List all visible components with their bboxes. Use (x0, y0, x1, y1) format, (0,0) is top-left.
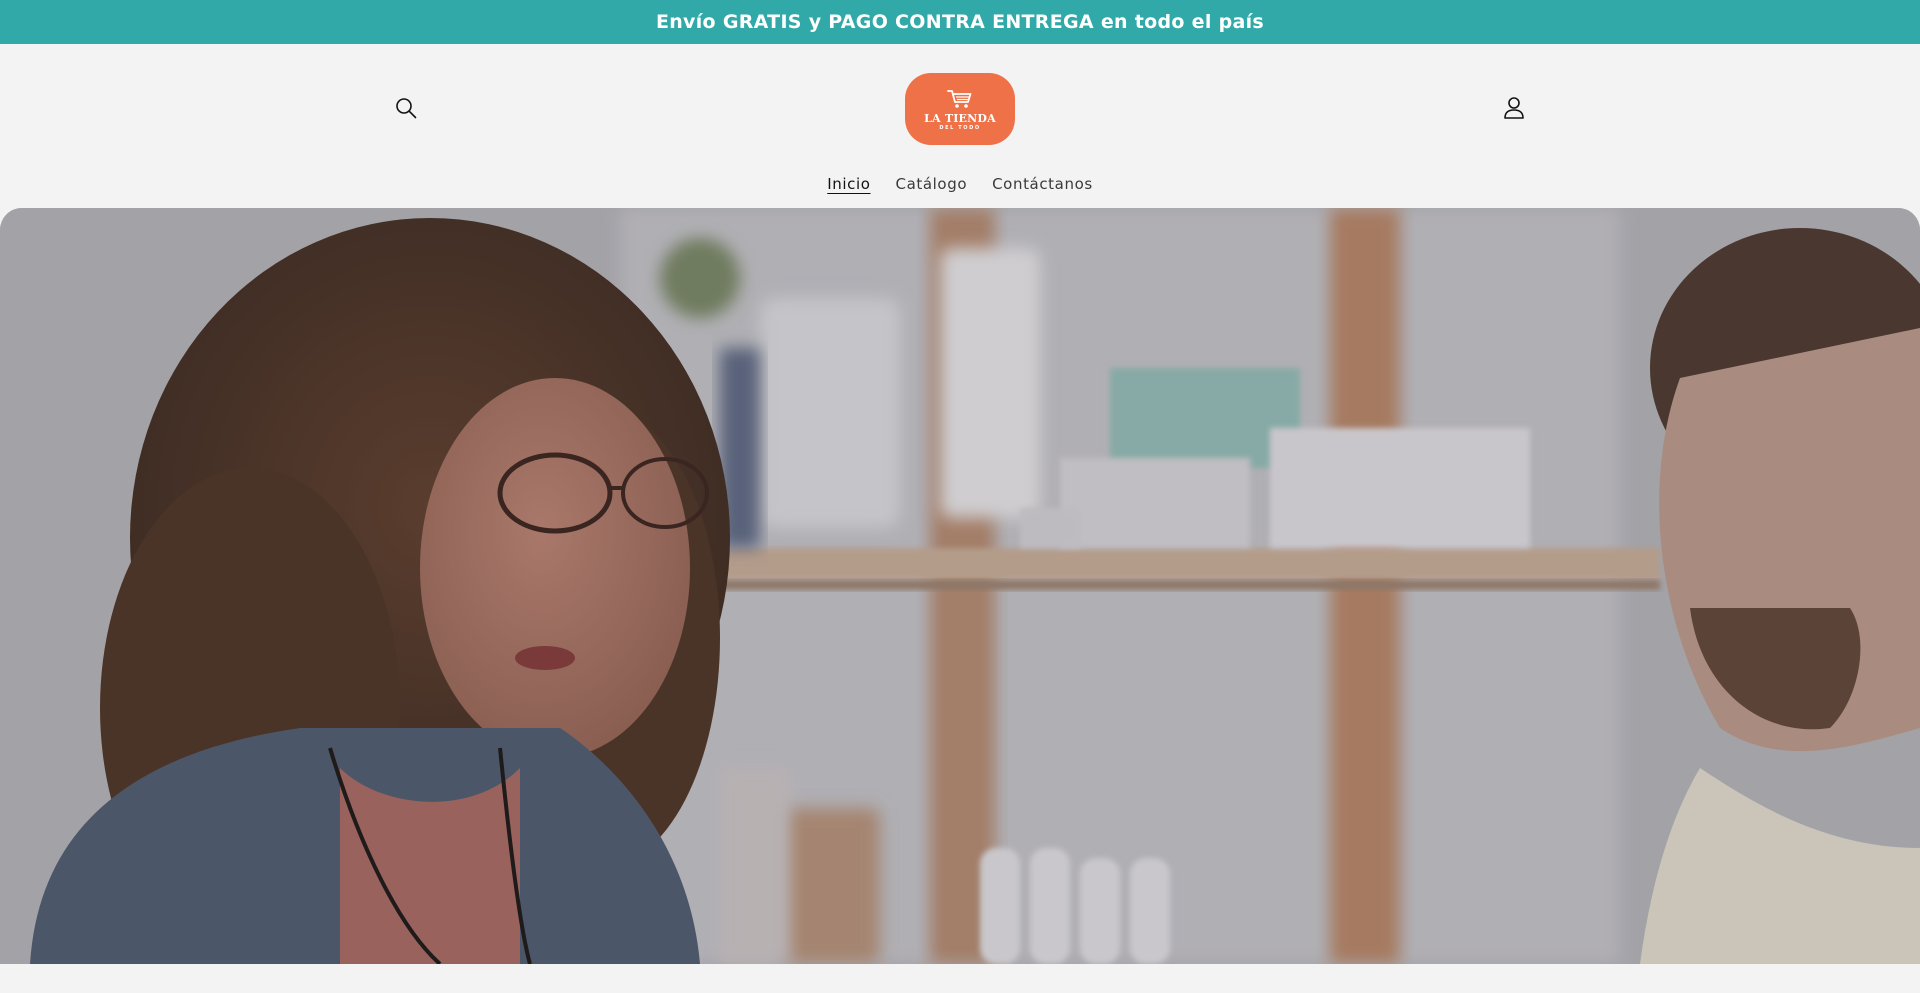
nav-link-inicio[interactable]: Inicio (827, 175, 870, 193)
nav-link-contactanos[interactable]: Contáctanos (992, 175, 1093, 193)
hero-image (0, 208, 1920, 964)
announcement-text: Envío GRATIS y PAGO CONTRA ENTREGA en to… (655, 11, 1265, 33)
main-navigation: Inicio Catálogo Contáctanos (0, 169, 1920, 199)
logo-subtitle: DEL TODO (939, 124, 981, 131)
search-icon (395, 97, 417, 123)
page-bottom-strip (0, 964, 1920, 993)
logo-title: LA TIENDA (924, 111, 996, 125)
site-header: LA TIENDA DEL TODO Inicio Catálogo Contá… (0, 44, 1920, 208)
search-button[interactable] (389, 93, 423, 127)
nav-link-catalogo[interactable]: Catálogo (896, 175, 968, 193)
account-button[interactable] (1497, 93, 1531, 127)
user-icon (1503, 96, 1525, 124)
announcement-bar: Envío GRATIS y PAGO CONTRA ENTREGA en to… (0, 0, 1920, 44)
shopping-cart-icon (947, 89, 973, 113)
hero-banner (0, 208, 1920, 964)
store-logo[interactable]: LA TIENDA DEL TODO (905, 73, 1015, 145)
